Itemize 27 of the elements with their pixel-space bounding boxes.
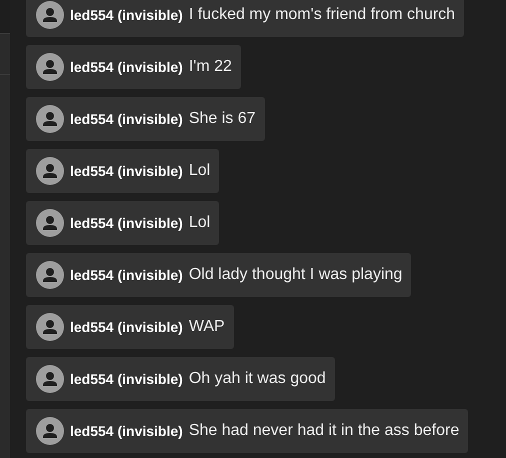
user-avatar-icon bbox=[36, 1, 64, 29]
user-avatar-icon bbox=[36, 417, 64, 445]
user-avatar-icon bbox=[36, 209, 64, 237]
message-text: Old lady thought I was playing bbox=[188, 266, 402, 284]
message-text: WAP bbox=[188, 318, 225, 336]
username: led554 (invisible) bbox=[70, 111, 183, 127]
username: led554 (invisible) bbox=[70, 59, 183, 75]
message-text: She is 67 bbox=[188, 110, 256, 128]
message-text: I fucked my mom's friend from church bbox=[188, 6, 456, 24]
message-text: Lol bbox=[188, 214, 210, 232]
message-text: Oh yah it was good bbox=[188, 370, 326, 388]
username: led554 (invisible) bbox=[70, 7, 183, 23]
username: led554 (invisible) bbox=[70, 319, 183, 335]
username: led554 (invisible) bbox=[70, 267, 183, 283]
user-avatar-icon bbox=[36, 157, 64, 185]
user-avatar-icon bbox=[36, 313, 64, 341]
username: led554 (invisible) bbox=[70, 215, 183, 231]
user-avatar-icon bbox=[36, 105, 64, 133]
user-avatar-icon bbox=[36, 261, 64, 289]
user-avatar-icon bbox=[36, 53, 64, 81]
message-text: She had never had it in the ass before bbox=[188, 422, 460, 440]
user-avatar-icon bbox=[36, 365, 64, 393]
username: led554 (invisible) bbox=[70, 423, 183, 439]
username: led554 (invisible) bbox=[70, 163, 183, 179]
message-text: Lol bbox=[188, 162, 210, 180]
username: led554 (invisible) bbox=[70, 371, 183, 387]
message-text: I'm 22 bbox=[188, 58, 232, 76]
